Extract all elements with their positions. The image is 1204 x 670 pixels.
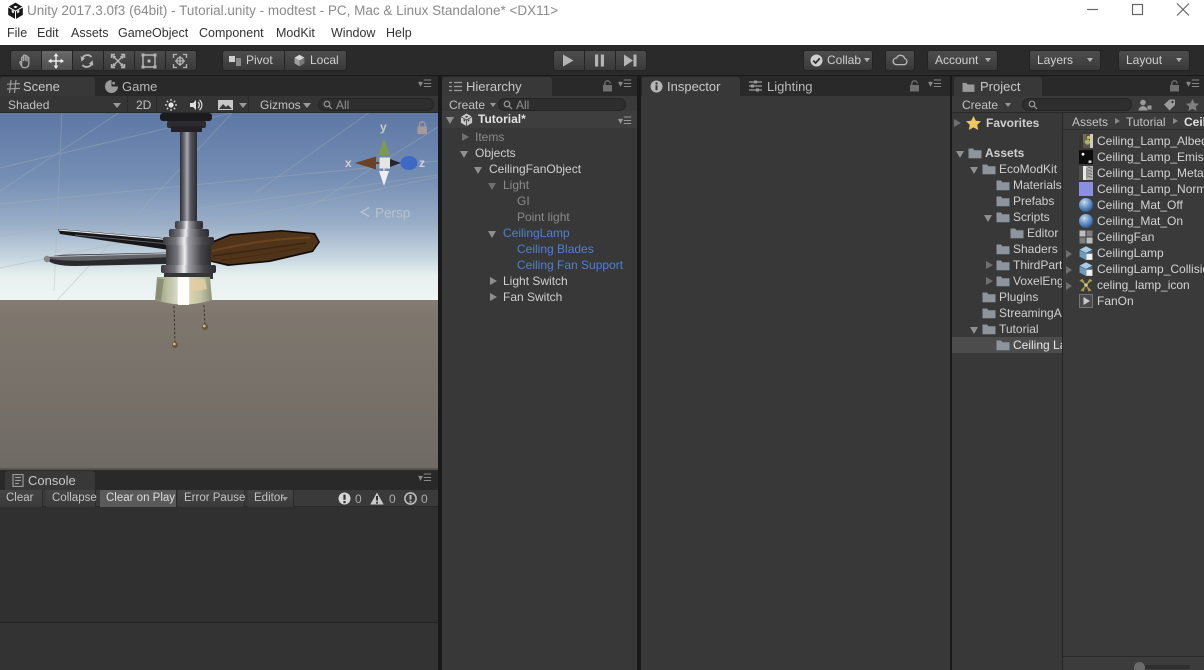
svg-text:z: z xyxy=(419,156,425,170)
svg-text:Persp: Persp xyxy=(375,206,410,221)
svg-text:x: x xyxy=(345,156,352,170)
svg-text:y: y xyxy=(380,120,387,134)
